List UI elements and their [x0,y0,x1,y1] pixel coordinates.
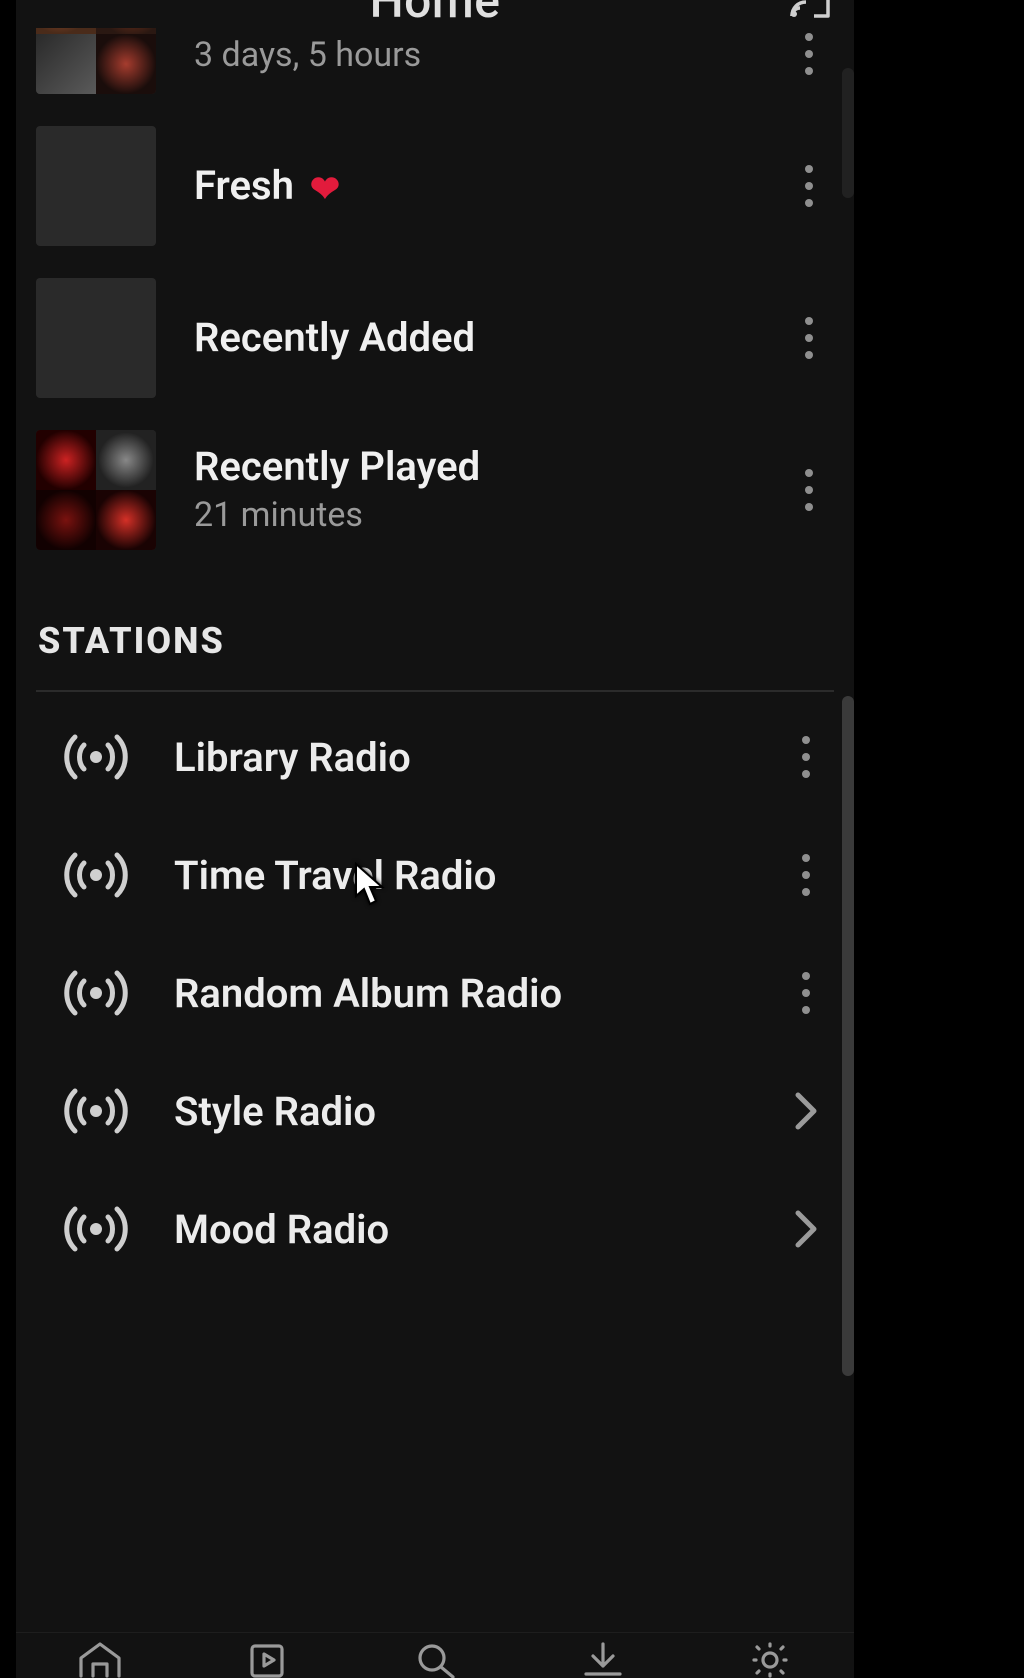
radio-icon [36,721,156,793]
more-icon [805,165,813,207]
station-title: Library Radio [156,734,778,781]
playlist-subtitle: 3 days, 5 hours [194,35,784,75]
more-button[interactable] [784,469,834,511]
more-icon [802,972,810,1014]
scrollbar-thumb[interactable] [842,696,854,1376]
station-title: Mood Radio [156,1206,778,1253]
playlist-item-recently-played[interactable]: Recently Played 21 minutes [16,414,854,566]
more-button[interactable] [784,165,834,207]
playlist-title: Recently Played [194,445,784,489]
station-title: Style Radio [156,1088,778,1135]
more-icon [805,317,813,359]
station-item-style-radio[interactable]: Style Radio [16,1052,854,1170]
station-item-library-radio[interactable]: Library Radio [16,698,854,816]
more-button[interactable] [778,854,834,896]
nav-search-icon[interactable] [406,1634,464,1678]
more-icon [805,469,813,511]
nav-download-icon[interactable] [574,1634,632,1678]
radio-icon [36,1193,156,1265]
chevron-right-icon [792,1089,820,1133]
nav-settings-icon[interactable] [741,1634,799,1678]
more-button[interactable] [778,736,834,778]
section-header-stations: STATIONS [16,566,854,672]
page-title: Home [370,0,501,29]
app-screen: Home All Music 3 days, 5 hours [16,0,854,1678]
more-icon [802,736,810,778]
section-divider [36,690,834,692]
radio-icon [36,957,156,1029]
cast-icon[interactable] [788,0,832,20]
playlist-text: Recently Played 21 minutes [156,445,784,535]
playlist-item-all-music[interactable]: All Music 3 days, 5 hours [16,28,854,110]
station-title: Time Travel Radio [156,852,778,899]
more-button[interactable] [784,317,834,359]
nav-home-icon[interactable] [71,1634,129,1678]
playlist-thumbnail [36,126,156,246]
playlist-title-text: Fresh [194,162,294,209]
station-item-mood-radio[interactable]: Mood Radio [16,1170,854,1288]
scrollbar-thumb[interactable] [842,68,854,198]
chevron-right-icon [792,1207,820,1251]
top-app-bar: Home [16,0,854,28]
station-title: Random Album Radio [156,970,778,1017]
playlist-text: All Music 3 days, 5 hours [156,28,784,99]
playlist-thumbnail [36,28,156,94]
scroll-area[interactable]: All Music 3 days, 5 hours Fresh ❤ [16,28,854,1678]
playlist-thumbnail [36,430,156,550]
nav-library-icon[interactable] [238,1634,296,1678]
playlist-text: Recently Added [156,316,784,360]
playlist-title: Recently Added [194,316,784,360]
more-button[interactable] [784,33,834,75]
playlist-item-recently-added[interactable]: Recently Added [16,262,854,414]
radio-icon [36,1075,156,1147]
station-item-time-travel-radio[interactable]: Time Travel Radio [16,816,854,934]
radio-icon [36,839,156,911]
station-item-random-album-radio[interactable]: Random Album Radio [16,934,854,1052]
playlist-subtitle: 21 minutes [194,495,784,535]
bottom-nav [16,1632,854,1678]
playlist-thumbnail [36,278,156,398]
playlist-item-fresh[interactable]: Fresh ❤ [16,110,854,262]
heart-icon: ❤ [310,168,340,210]
expand-button[interactable] [778,1089,834,1133]
section-label: STATIONS [38,620,832,662]
playlist-title: Fresh ❤ [194,164,784,208]
playlist-text: Fresh ❤ [156,164,784,208]
more-button[interactable] [778,972,834,1014]
more-icon [802,854,810,896]
expand-button[interactable] [778,1207,834,1251]
more-icon [805,33,813,75]
